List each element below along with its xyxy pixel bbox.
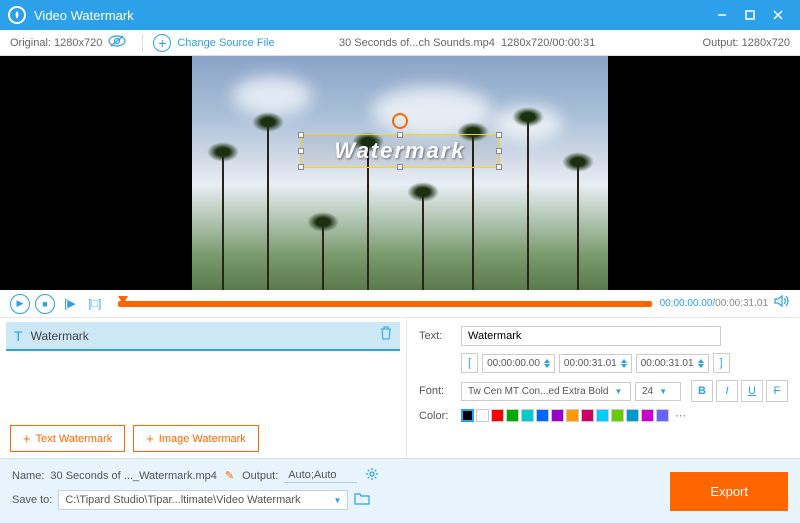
- file-name: 30 Seconds of...ch Sounds.mp4: [339, 37, 495, 49]
- spinner-up-icon[interactable]: [698, 359, 704, 363]
- strikethrough-button[interactable]: F: [766, 380, 788, 402]
- watermark-text-overlay: Watermark: [334, 138, 465, 164]
- open-folder-button[interactable]: [354, 492, 370, 508]
- color-swatch[interactable]: [476, 409, 489, 422]
- color-swatch[interactable]: [491, 409, 504, 422]
- spinner-down-icon[interactable]: [698, 364, 704, 368]
- original-resolution: 1280x720: [54, 37, 102, 49]
- plus-icon: +: [153, 34, 171, 52]
- spinner-down-icon[interactable]: [544, 364, 550, 368]
- color-palette: ⋯: [461, 409, 686, 422]
- font-family-select[interactable]: Tw Cen MT Con...ed Extra Bold▼: [461, 382, 631, 401]
- output-label: Output:: [703, 37, 739, 49]
- save-path-select[interactable]: C:\Tipard Studio\Tipar...ltimate\Video W…: [58, 490, 348, 510]
- font-label: Font:: [419, 385, 461, 397]
- stop-button[interactable]: ■: [35, 294, 55, 314]
- save-to-label: Save to:: [12, 494, 52, 506]
- change-source-label: Change Source File: [177, 37, 274, 49]
- plus-icon: +: [146, 431, 154, 446]
- name-label: Name:: [12, 470, 44, 482]
- chevron-down-icon: ▼: [659, 387, 667, 396]
- color-swatch[interactable]: [656, 409, 669, 422]
- color-swatch[interactable]: [551, 409, 564, 422]
- bottom-bar: Name: 30 Seconds of ..._Watermark.mp4 ✎ …: [0, 458, 800, 523]
- info-toolbar: Original: 1280x720 + Change Source File …: [0, 30, 800, 56]
- spinner-up-icon[interactable]: [621, 359, 627, 363]
- rotate-handle-icon[interactable]: [392, 113, 408, 129]
- watermark-selection-box[interactable]: Watermark: [300, 134, 500, 168]
- italic-button[interactable]: I: [716, 380, 738, 402]
- add-image-watermark-button[interactable]: +Image Watermark: [133, 425, 259, 452]
- output-resolution: 1280x720: [742, 37, 790, 49]
- color-swatch[interactable]: [641, 409, 654, 422]
- set-start-button[interactable]: [: [461, 353, 478, 373]
- color-swatch[interactable]: [461, 409, 474, 422]
- edit-name-button[interactable]: ✎: [225, 469, 234, 482]
- app-logo-icon: [8, 6, 26, 24]
- add-text-watermark-button[interactable]: +Text Watermark: [10, 425, 125, 452]
- output-settings-button[interactable]: [365, 467, 379, 484]
- time-display: 00:00:00.00/00:00:31.01: [660, 298, 768, 309]
- titlebar: Video Watermark: [0, 0, 800, 30]
- more-colors-button[interactable]: ⋯: [675, 409, 686, 422]
- preview-toggle-icon[interactable]: [108, 35, 126, 50]
- color-swatch[interactable]: [521, 409, 534, 422]
- watermark-list-panel: T Watermark +Text Watermark +Image Water…: [0, 318, 407, 458]
- volume-button[interactable]: [774, 294, 790, 313]
- underline-button[interactable]: U: [741, 380, 763, 402]
- end-time-input[interactable]: 00:00:31.01: [559, 354, 632, 373]
- play-button[interactable]: ▶: [10, 294, 30, 314]
- app-title: Video Watermark: [34, 8, 708, 23]
- text-label: Text:: [419, 330, 461, 342]
- editor-area: T Watermark +Text Watermark +Image Water…: [0, 318, 800, 458]
- mark-in-button[interactable]: [▶: [60, 294, 80, 314]
- font-size-select[interactable]: 24▼: [635, 382, 681, 401]
- color-swatch[interactable]: [626, 409, 639, 422]
- spinner-down-icon[interactable]: [621, 364, 627, 368]
- plus-icon: +: [23, 431, 31, 446]
- color-swatch[interactable]: [596, 409, 609, 422]
- minimize-button[interactable]: [708, 1, 736, 29]
- start-time-input[interactable]: 00:00:00.00: [482, 354, 555, 373]
- bold-button[interactable]: B: [691, 380, 713, 402]
- output-name: 30 Seconds of ..._Watermark.mp4: [50, 470, 217, 482]
- watermark-list-item[interactable]: T Watermark: [6, 322, 400, 351]
- delete-watermark-button[interactable]: [380, 326, 392, 345]
- player-controls: ▶ ■ [▶ [□] 00:00:00.00/00:00:31.01: [0, 290, 800, 318]
- color-swatch[interactable]: [536, 409, 549, 422]
- video-preview[interactable]: Watermark: [192, 56, 608, 290]
- change-source-button[interactable]: + Change Source File: [153, 34, 274, 52]
- set-end-button[interactable]: ]: [713, 353, 730, 373]
- color-swatch[interactable]: [566, 409, 579, 422]
- output-label: Output:: [242, 470, 278, 482]
- properties-panel: Text: [ 00:00:00.00 00:00:31.01 00:00:31…: [407, 318, 800, 458]
- color-label: Color:: [419, 410, 461, 422]
- file-info: 1280x720/00:00:31: [501, 37, 595, 49]
- maximize-button[interactable]: [736, 1, 764, 29]
- output-format: Auto;Auto: [284, 469, 356, 483]
- export-button[interactable]: Export: [670, 472, 788, 511]
- duration-input[interactable]: 00:00:31.01: [636, 354, 709, 373]
- mark-out-button[interactable]: [□]: [85, 294, 105, 314]
- chevron-down-icon: ▼: [333, 496, 341, 505]
- chevron-down-icon: ▼: [614, 387, 622, 396]
- preview-area: Watermark: [0, 56, 800, 290]
- text-type-icon: T: [14, 328, 23, 344]
- timeline-slider[interactable]: [118, 301, 652, 307]
- original-label: Original:: [10, 37, 51, 49]
- color-swatch[interactable]: [611, 409, 624, 422]
- playhead-icon[interactable]: [118, 296, 128, 304]
- watermark-item-label: Watermark: [31, 329, 380, 343]
- color-swatch[interactable]: [581, 409, 594, 422]
- color-swatch[interactable]: [506, 409, 519, 422]
- spinner-up-icon[interactable]: [544, 359, 550, 363]
- watermark-text-input[interactable]: [461, 326, 721, 346]
- close-button[interactable]: [764, 1, 792, 29]
